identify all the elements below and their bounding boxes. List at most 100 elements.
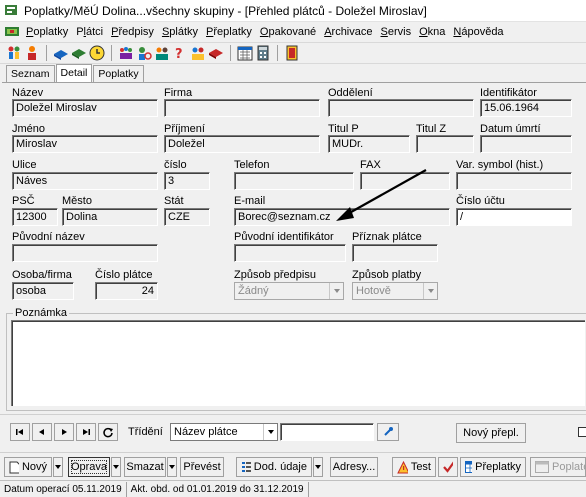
oprava-button[interactable]: Oprava <box>68 457 110 477</box>
check-button[interactable] <box>438 457 458 477</box>
dod-udaje-button[interactable]: Dod. údaje <box>236 457 312 477</box>
new-document-icon <box>9 461 19 473</box>
chevron-down-icon[interactable] <box>263 424 277 440</box>
refresh-button[interactable] <box>98 423 118 441</box>
test-button[interactable]: Test <box>392 457 436 477</box>
firma-label: Firma <box>164 87 193 99</box>
tab-poplatky[interactable]: Poplatky <box>93 65 144 82</box>
book-blue-icon[interactable] <box>53 45 69 61</box>
chevron-down-icon[interactable] <box>329 283 343 299</box>
menu-napoveda[interactable]: Nápověda <box>449 26 507 38</box>
priznak-platce-field[interactable] <box>352 244 438 262</box>
group-icon[interactable] <box>118 45 134 61</box>
var-symbol-field[interactable] <box>456 172 572 190</box>
novy-button[interactable]: Nový <box>4 457 52 477</box>
chevron-down-icon <box>55 465 61 469</box>
help-person-icon[interactable]: ? <box>172 45 188 61</box>
cislo-platce-field[interactable]: 24 <box>95 282 158 300</box>
oddeleni-field[interactable] <box>328 99 474 117</box>
calculator-icon[interactable] <box>255 45 271 61</box>
psc-field[interactable]: 12300 <box>12 208 58 226</box>
osoba-firma-field[interactable]: osoba <box>12 282 74 300</box>
checkbox-icon[interactable] <box>578 427 586 437</box>
filter-input[interactable] <box>280 423 374 441</box>
users-icon[interactable] <box>24 45 40 61</box>
tab-detail[interactable]: Detail <box>55 64 93 82</box>
zpusob-predpisu-select[interactable]: Žádný <box>234 282 344 300</box>
poplatek-label: Poplate <box>552 461 586 473</box>
poznamka-label: Poznámka <box>13 307 69 319</box>
mesto-field[interactable]: Dolina <box>62 208 158 226</box>
prevest-button[interactable]: Převést <box>180 457 224 477</box>
novy-prepl-button[interactable]: Nový přepl. <box>456 423 526 443</box>
first-record-button[interactable] <box>10 423 30 441</box>
firma-field[interactable] <box>164 99 320 117</box>
ulice-field[interactable]: Náves <box>12 172 158 190</box>
prijmeni-field[interactable]: Doležel <box>164 135 320 153</box>
datum-umrti-field[interactable] <box>480 135 572 153</box>
dod-udaje-dropdown[interactable] <box>313 457 323 477</box>
zpusob-platby-select[interactable]: Hotově <box>352 282 438 300</box>
stat-field[interactable]: CZE <box>164 208 210 226</box>
cislo-field[interactable]: 3 <box>164 172 210 190</box>
smazat-button[interactable]: Smazat <box>124 457 166 477</box>
warning-icon <box>397 460 408 473</box>
jmeno-field[interactable]: Miroslav <box>12 135 158 153</box>
checkmark-icon <box>443 461 453 473</box>
smazat-dropdown[interactable] <box>167 457 177 477</box>
titul-z-label: Titul Z <box>416 123 447 135</box>
preplatky-button[interactable]: Přeplatky <box>460 457 526 477</box>
prev-record-button[interactable] <box>32 423 52 441</box>
chevron-down-icon[interactable] <box>423 283 437 299</box>
adresy-button[interactable]: Adresy... <box>330 457 378 477</box>
menu-predpisy[interactable]: Předpisy <box>107 26 158 38</box>
titul-p-field[interactable]: MUDr. <box>328 135 410 153</box>
persons-icon[interactable] <box>154 45 170 61</box>
book-red-icon[interactable] <box>208 45 224 61</box>
titul-p-label: Titul P <box>328 123 359 135</box>
stat-label: Stát <box>164 195 184 207</box>
trideni-value: Název plátce <box>174 426 238 438</box>
poznamka-memo[interactable] <box>11 320 585 406</box>
mesto-label: Město <box>62 195 92 207</box>
window-title: Poplatky/MěÚ Dolina...všechny skupiny - … <box>24 3 427 18</box>
last-record-button[interactable] <box>76 423 96 441</box>
oprava-dropdown[interactable] <box>111 457 121 477</box>
puvodni-identifikator-field[interactable] <box>234 244 346 262</box>
menu-archivace[interactable]: Archivace <box>320 26 376 38</box>
cislo-platce-label: Číslo plátce <box>95 269 153 281</box>
chevron-down-icon <box>169 465 175 469</box>
puvodni-nazev-field[interactable] <box>12 244 158 262</box>
menu-opakovane[interactable]: Opakované <box>256 26 320 38</box>
menu-preplatky[interactable]: Přeplatky <box>202 26 256 38</box>
filter-button[interactable] <box>377 423 399 441</box>
titul-z-field[interactable] <box>416 135 474 153</box>
next-record-button[interactable] <box>54 423 74 441</box>
menu-servis[interactable]: Servis <box>377 26 416 38</box>
next-icon <box>62 429 67 435</box>
menu-poplatky[interactable]: Poplatky <box>22 26 72 38</box>
novy-dropdown[interactable] <box>53 457 63 477</box>
poplatek-button[interactable]: Poplate <box>530 457 586 477</box>
menu-splatky[interactable]: Splátky <box>158 26 202 38</box>
calendar-icon[interactable] <box>237 45 253 61</box>
trideni-select[interactable]: Název plátce <box>170 423 278 441</box>
datum-umrti-label: Datum úmrtí <box>480 123 541 135</box>
payers-icon[interactable] <box>190 45 206 61</box>
identifikator-field[interactable]: 15.06.1964 <box>480 99 572 117</box>
exit-door-icon[interactable] <box>284 45 300 61</box>
menu-app-icon[interactable] <box>4 24 20 40</box>
menu-okna[interactable]: Okna <box>415 26 449 38</box>
cislo-uctu-field[interactable]: / <box>456 208 572 226</box>
person-search-icon[interactable] <box>136 45 152 61</box>
people-icon[interactable] <box>6 45 22 61</box>
nazev-field[interactable]: Doležel Miroslav <box>12 99 158 117</box>
cislo-label: číslo <box>164 159 187 171</box>
action-bar: Nový Oprava Smazat Převést Dod. údaje Ad… <box>0 452 586 480</box>
test-label: Test <box>410 461 431 473</box>
clock-icon[interactable] <box>89 45 105 61</box>
book-green-icon[interactable] <box>71 45 87 61</box>
tab-seznam[interactable]: Seznam <box>6 65 55 82</box>
menu-platci[interactable]: Plátci <box>72 26 107 38</box>
navigation-bar: Třídění Název plátce Nový přepl. <box>0 414 586 446</box>
